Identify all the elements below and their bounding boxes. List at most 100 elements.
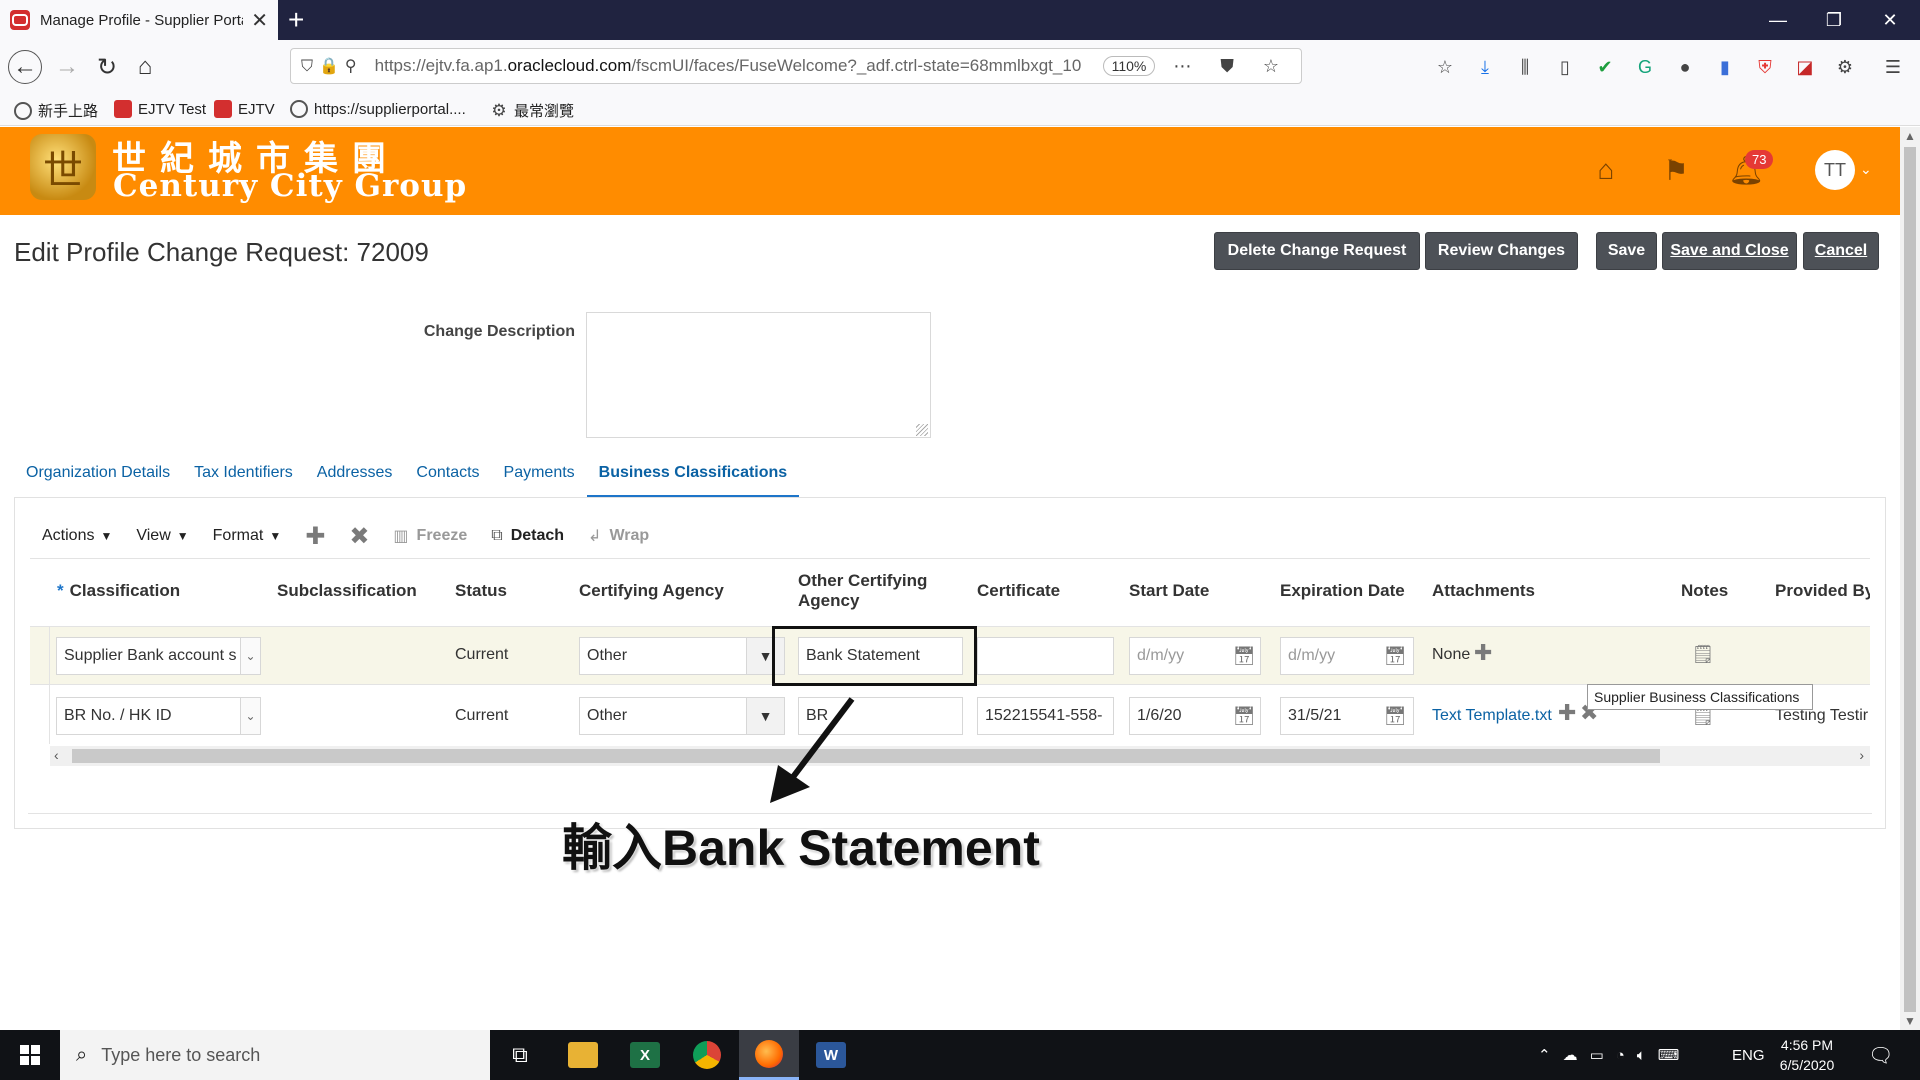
vertical-scroll-thumb[interactable] (1904, 147, 1916, 1012)
excel-icon[interactable]: X (615, 1030, 675, 1080)
cancel-button[interactable]: Cancel (1803, 232, 1879, 270)
column-header-classification[interactable]: * Classification (57, 581, 180, 601)
certifying-agency-select[interactable]: Other ▼ (579, 637, 785, 675)
column-header-notes[interactable]: Notes (1681, 581, 1728, 601)
bookmark-supplierportal[interactable]: https://supplierportal.... (290, 100, 466, 118)
bookmark-ejtv[interactable]: EJTV (214, 100, 275, 118)
tab-tax-identifiers[interactable]: Tax Identifiers (182, 462, 305, 498)
column-header-start-date[interactable]: Start Date (1129, 581, 1209, 601)
tab-contacts[interactable]: Contacts (404, 462, 491, 498)
close-window-icon[interactable]: ✕ (1862, 0, 1918, 40)
classification-select[interactable]: Supplier Bank account s ⌄ (56, 637, 261, 675)
reload-icon[interactable]: ↻ (90, 50, 124, 84)
library-icon[interactable]: ⫼ (1512, 54, 1538, 80)
vertical-scrollbar[interactable]: ▲ ▼ (1900, 127, 1920, 1030)
save-button[interactable]: Save (1596, 232, 1657, 270)
review-changes-button[interactable]: Review Changes (1425, 232, 1578, 270)
notifications-center-icon[interactable]: 🗨︎ (1868, 1030, 1893, 1080)
user-avatar[interactable]: TT (1815, 150, 1855, 190)
shield-extension-icon[interactable]: ⛨ (1752, 54, 1778, 80)
new-tab-icon[interactable]: + (288, 4, 304, 36)
file-explorer-icon[interactable] (553, 1030, 613, 1080)
notes-icon[interactable]: 🗒︎ (1692, 643, 1715, 665)
delete-change-request-button[interactable]: Delete Change Request (1214, 232, 1420, 270)
column-header-status[interactable]: Status (455, 581, 507, 601)
column-header-certifying-agency[interactable]: Certifying Agency (579, 581, 724, 601)
delete-row-x-icon[interactable]: ✖ (349, 522, 369, 551)
bookmark-extension-icon[interactable]: ▮ (1712, 54, 1738, 80)
column-header-other-certifying-agency[interactable]: Other Certifying Agency (798, 571, 948, 611)
scroll-up-icon[interactable]: ▲ (1904, 129, 1916, 143)
calendar-icon[interactable]: 📅︎ (1382, 644, 1408, 668)
download-icon[interactable]: ⤓ (1472, 54, 1498, 80)
column-header-certificate[interactable]: Certificate (977, 581, 1060, 601)
browser-tab[interactable]: Manage Profile - Supplier Portal ✕ (0, 0, 278, 40)
save-and-close-button[interactable]: Save and Close (1662, 232, 1797, 270)
scroll-left-icon[interactable]: ‹ (54, 747, 59, 763)
wrap-button[interactable]: ↲ Wrap (588, 526, 649, 546)
flag-icon[interactable]: ⚑ (1657, 151, 1695, 189)
bookmark-getting-started[interactable]: 新手上路 (14, 100, 98, 121)
back-arrow-icon[interactable]: ← (8, 50, 42, 84)
scroll-right-icon[interactable]: › (1859, 747, 1864, 763)
certificate-input[interactable] (977, 637, 1114, 675)
resize-grip-icon[interactable] (916, 424, 928, 436)
menu-hamburger-icon[interactable]: ☰ (1880, 54, 1906, 80)
attachment-link[interactable]: Text Template.txt (1432, 707, 1552, 725)
url-bar[interactable]: ⛉🔒⚲ https://ejtv.fa.ap1.oraclecloud.com/… (290, 48, 1302, 84)
firefox-icon[interactable] (739, 1030, 799, 1080)
detach-button[interactable]: ⧉ Detach (491, 527, 564, 545)
chrome-icon[interactable] (677, 1030, 737, 1080)
certifying-agency-select[interactable]: Other ▼ (579, 697, 785, 735)
bookmark-ejtv-test[interactable]: EJTV Test (114, 100, 206, 118)
bookmark-most-visited[interactable]: ⚙ 最常瀏覽 (490, 100, 574, 121)
horizontal-scrollbar[interactable]: ‹ › (50, 746, 1870, 766)
chevron-down-icon[interactable]: ⌄ (1860, 161, 1872, 178)
grammarly-extension-icon[interactable]: G (1632, 54, 1658, 80)
zoom-level-badge[interactable]: 110% (1102, 56, 1156, 76)
reading-list-icon[interactable]: ☆ (1432, 54, 1458, 80)
account-extension-icon[interactable]: ● (1672, 54, 1698, 80)
restore-icon[interactable]: ❐ (1806, 0, 1862, 40)
sidebar-icon[interactable]: ▯ (1552, 54, 1578, 80)
classification-select[interactable]: BR No. / HK ID ⌄ (56, 697, 261, 735)
taskbar-clock[interactable]: 4:56 PM 6/5/2020 (1772, 1035, 1842, 1075)
column-header-expiration-date[interactable]: Expiration Date (1280, 581, 1405, 601)
extensions-icon[interactable]: ⚙ (1832, 54, 1858, 80)
add-attachment-plus-icon[interactable]: ✚ (1474, 640, 1492, 666)
start-button[interactable] (0, 1030, 60, 1080)
home-icon[interactable]: ⌂ (1587, 151, 1625, 189)
freeze-button[interactable]: ▥ Freeze (393, 526, 467, 546)
actions-menu[interactable]: Actions ▼ (42, 527, 112, 545)
task-view-icon[interactable]: ⧉ (490, 1030, 550, 1080)
calendar-icon[interactable]: 📅︎ (1231, 704, 1257, 728)
tab-addresses[interactable]: Addresses (305, 462, 405, 498)
column-header-attachments[interactable]: Attachments (1432, 581, 1535, 601)
close-tab-icon[interactable]: ✕ (251, 8, 268, 33)
forward-arrow-icon[interactable]: → (50, 50, 84, 84)
minimize-icon[interactable]: — (1750, 0, 1806, 40)
change-description-textarea[interactable] (586, 312, 931, 438)
word-icon[interactable]: W (801, 1030, 861, 1080)
system-tray-icons[interactable]: ⌃☁▭◔🔈︎⌨ (1538, 1030, 1691, 1080)
chevron-down-icon[interactable]: ⌄ (240, 638, 260, 674)
scroll-down-icon[interactable]: ▼ (1904, 1014, 1916, 1028)
tab-business-classifications[interactable]: Business Classifications (586, 462, 800, 498)
certificate-input[interactable]: 152215541-558- (977, 697, 1114, 735)
view-menu[interactable]: View ▼ (136, 527, 188, 545)
calendar-icon[interactable]: 📅︎ (1382, 704, 1408, 728)
add-row-plus-icon[interactable]: ✚ (305, 522, 325, 551)
column-header-provided-by[interactable]: Provided By (1775, 581, 1870, 601)
pdf-extension-icon[interactable]: ◪ (1792, 54, 1818, 80)
taskbar-search-input[interactable]: ⌕ Type here to search (60, 1030, 490, 1080)
tab-payments[interactable]: Payments (492, 462, 587, 498)
check-extension-icon[interactable]: ✔ (1592, 54, 1618, 80)
home-icon[interactable]: ⌂ (128, 50, 162, 84)
language-indicator[interactable]: ENG (1732, 1030, 1765, 1080)
calendar-icon[interactable]: 📅︎ (1231, 644, 1257, 668)
add-attachment-plus-icon[interactable]: ✚ (1558, 700, 1576, 726)
format-menu[interactable]: Format ▼ (213, 527, 282, 545)
chevron-down-icon[interactable]: ⌄ (240, 698, 260, 734)
column-header-subclassification[interactable]: Subclassification (277, 581, 417, 601)
page-actions-icons[interactable]: ⋯ ⛊ ☆ (1173, 56, 1291, 77)
